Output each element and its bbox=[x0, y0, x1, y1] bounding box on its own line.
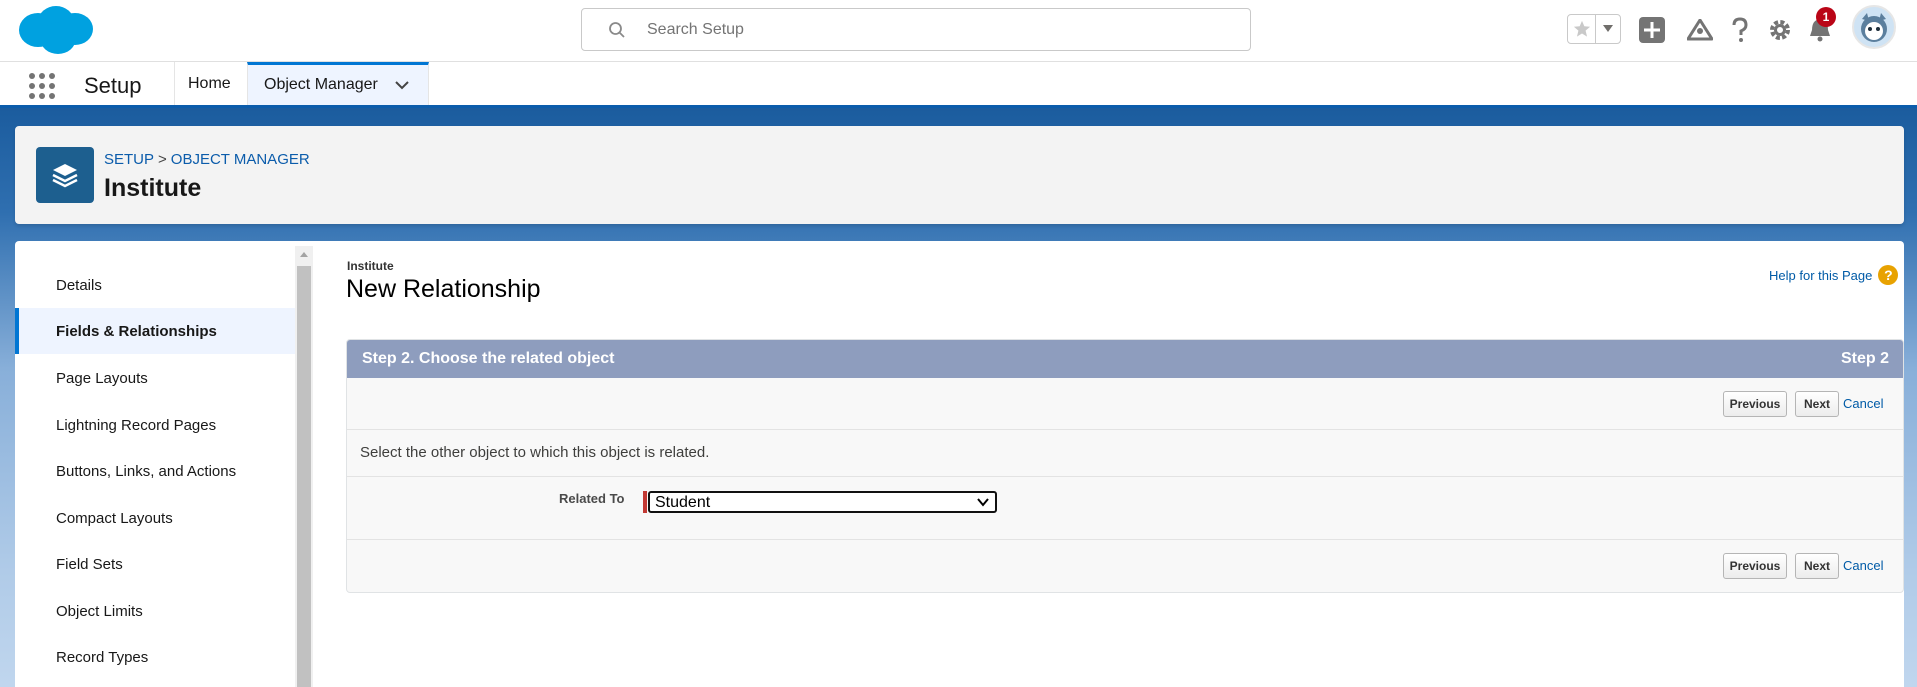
related-to-selected-value: Student bbox=[655, 494, 711, 511]
content-card: Details Fields & Relationships Page Layo… bbox=[15, 241, 1904, 687]
help-link-label: Help for this Page bbox=[1769, 267, 1873, 283]
sidebar-item-label: Page Layouts bbox=[56, 369, 148, 387]
previous-button[interactable]: Previous bbox=[1723, 553, 1787, 579]
notification-badge: 1 bbox=[1816, 7, 1836, 27]
sidebar-item-object-limits[interactable]: Object Limits bbox=[15, 588, 295, 634]
step-indicator: Step 2 bbox=[1840, 350, 1889, 367]
sidebar-item-record-types[interactable]: Record Types bbox=[15, 634, 295, 680]
sidebar-item-label: Object Limits bbox=[56, 602, 143, 620]
next-button[interactable]: Next bbox=[1795, 391, 1839, 417]
scroll-up-arrow-icon[interactable] bbox=[300, 252, 308, 257]
global-header: Search Setup 1 bbox=[0, 0, 1917, 62]
setup-gear-icon[interactable] bbox=[1765, 15, 1795, 45]
cancel-link[interactable]: Cancel bbox=[1843, 396, 1883, 411]
page-object-label: Institute bbox=[347, 259, 394, 273]
main-pane: Institute New Relationship Help for this… bbox=[331, 241, 1904, 687]
sidebar-item-label: Record Types bbox=[56, 648, 149, 666]
breadcrumb-separator: > bbox=[158, 151, 167, 168]
sidebar-item-label: Buttons, Links, and Actions bbox=[56, 462, 237, 480]
sidebar-item-lightning-record-pages[interactable]: Lightning Record Pages bbox=[15, 402, 295, 448]
instruction-text: Select the other object to which this ob… bbox=[360, 444, 710, 461]
global-actions-add-icon[interactable] bbox=[1637, 15, 1667, 45]
scrollbar-thumb[interactable] bbox=[297, 266, 311, 687]
context-navigation: Setup Home Object Manager bbox=[0, 62, 1917, 108]
sidebar-item-details[interactable]: Details bbox=[15, 262, 295, 308]
breadcrumb-object-manager[interactable]: OBJECT MANAGER bbox=[171, 151, 310, 168]
step-panel: Step 2. Choose the related object Step 2… bbox=[346, 339, 1904, 593]
bottom-button-row: Previous Next Cancel bbox=[347, 539, 1903, 591]
required-indicator bbox=[643, 491, 647, 513]
sidebar-item-page-layouts[interactable]: Page Layouts bbox=[15, 355, 295, 401]
object-header: SETUP > OBJECT MANAGER Institute bbox=[15, 126, 1904, 224]
tab-object-manager[interactable]: Object Manager bbox=[247, 62, 429, 105]
sidebar-item-buttons-links-actions[interactable]: Buttons, Links, and Actions bbox=[15, 448, 295, 494]
sidebar-item-fields-relationships[interactable]: Fields & Relationships bbox=[15, 308, 295, 354]
cancel-link[interactable]: Cancel bbox=[1843, 558, 1883, 573]
chevron-down-icon bbox=[977, 498, 989, 507]
breadcrumb-setup[interactable]: SETUP bbox=[104, 151, 154, 168]
help-question-icon: ? bbox=[1878, 265, 1899, 285]
step-header: Step 2. Choose the related object Step 2 bbox=[347, 340, 1903, 378]
top-button-row: Previous Next Cancel bbox=[347, 378, 1903, 430]
sidebar-scrollbar[interactable] bbox=[295, 246, 313, 687]
tab-object-manager-label: Object Manager bbox=[264, 76, 378, 93]
user-avatar[interactable] bbox=[1852, 5, 1896, 49]
sidebar-item-label: Fields & Relationships bbox=[56, 322, 217, 340]
tab-home[interactable]: Home bbox=[174, 62, 247, 105]
sidebar-item-label: Compact Layouts bbox=[56, 509, 173, 527]
favorites-dropdown-icon[interactable] bbox=[1596, 15, 1620, 43]
object-title: Institute bbox=[104, 174, 202, 202]
search-placeholder: Search Setup bbox=[647, 21, 744, 38]
step-title: Step 2. Choose the related object bbox=[362, 350, 615, 367]
sidebar-item-label: Lightning Record Pages bbox=[56, 416, 217, 434]
trailhead-icon[interactable] bbox=[1685, 15, 1715, 45]
sidebar-item-label: Field Sets bbox=[56, 555, 123, 573]
next-button[interactable]: Next bbox=[1795, 553, 1839, 579]
tab-home-label: Home bbox=[188, 74, 231, 92]
favorites-button[interactable] bbox=[1567, 14, 1621, 44]
search-icon bbox=[609, 22, 625, 38]
object-layers-icon bbox=[36, 147, 94, 203]
help-icon[interactable] bbox=[1725, 15, 1755, 45]
sidebar-item-label: Details bbox=[56, 276, 102, 294]
page-title: New Relationship bbox=[346, 275, 541, 303]
instruction-row: Select the other object to which this ob… bbox=[347, 430, 1903, 477]
search-input[interactable]: Search Setup bbox=[581, 8, 1251, 51]
object-sidebar: Details Fields & Relationships Page Layo… bbox=[15, 241, 295, 687]
breadcrumb: SETUP > OBJECT MANAGER bbox=[104, 151, 310, 168]
sidebar-item-compact-layouts[interactable]: Compact Layouts bbox=[15, 495, 295, 541]
salesforce-logo-icon[interactable] bbox=[18, 4, 94, 56]
app-name: Setup bbox=[84, 73, 142, 98]
sidebar-item-field-sets[interactable]: Field Sets bbox=[15, 541, 295, 587]
related-to-field-row: Related To Student bbox=[347, 477, 1903, 539]
chevron-down-icon[interactable] bbox=[394, 77, 410, 93]
previous-button[interactable]: Previous bbox=[1723, 391, 1787, 417]
app-launcher-icon[interactable] bbox=[28, 72, 56, 100]
help-for-this-page-link[interactable]: Help for this Page ? bbox=[1769, 265, 1899, 285]
star-icon[interactable] bbox=[1568, 15, 1596, 43]
related-to-select[interactable]: Student bbox=[648, 491, 997, 513]
related-to-label: Related To bbox=[559, 491, 625, 506]
